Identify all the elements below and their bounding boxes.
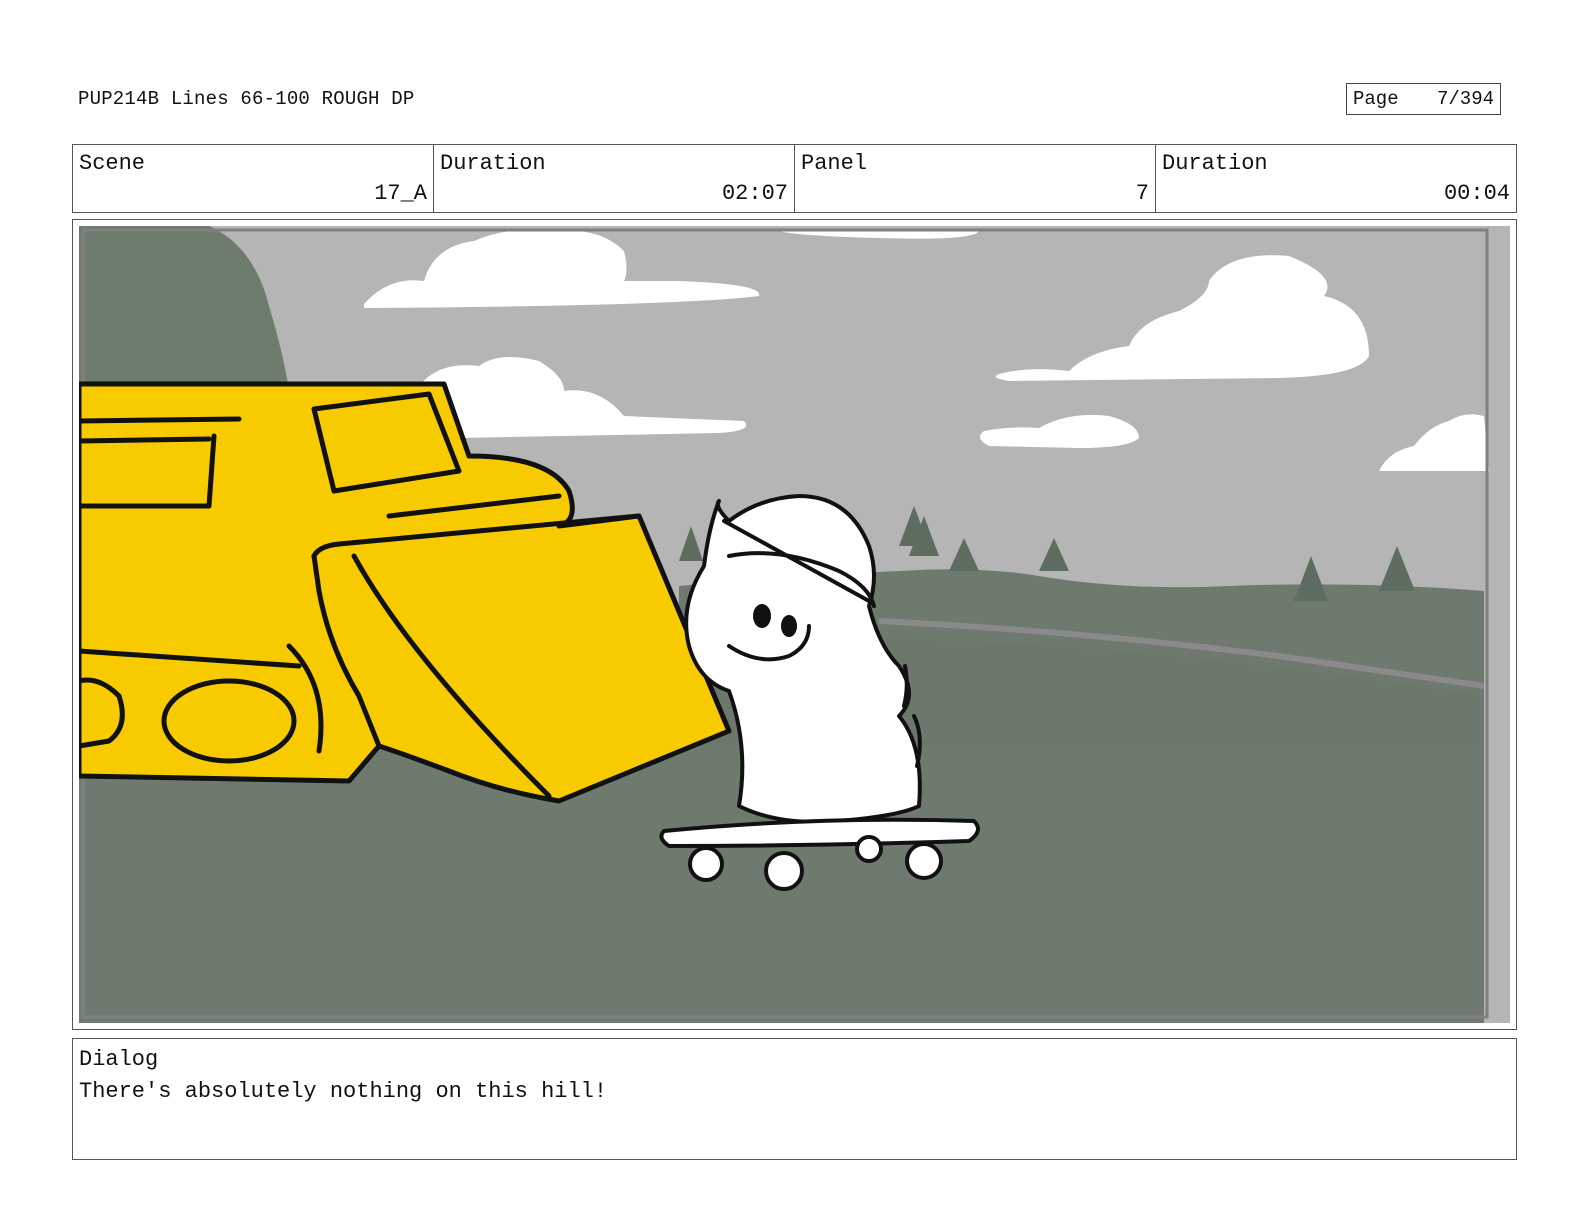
panel-label: Panel xyxy=(801,151,868,176)
scene-cell: Scene 17_A xyxy=(73,145,434,212)
page-number: 7/394 xyxy=(1436,88,1494,110)
dialog-label: Dialog xyxy=(79,1047,159,1072)
panel-value: 7 xyxy=(1135,181,1149,206)
storyboard-panel-image xyxy=(79,226,1510,1023)
scene-value: 17_A xyxy=(374,181,427,206)
storyboard-panel-frame xyxy=(72,219,1517,1030)
page-indicator: Page 7/394 xyxy=(1346,83,1501,115)
document-title: PUP214B Lines 66-100 ROUGH DP xyxy=(78,88,415,110)
scene-duration-cell: Duration 02:07 xyxy=(434,145,795,212)
panel-duration-cell: Duration 00:04 xyxy=(1156,145,1516,212)
scene-duration-value: 02:07 xyxy=(721,181,788,206)
shot-info-table: Scene 17_A Duration 02:07 Panel 7 Durati… xyxy=(72,144,1517,213)
dialog-box: Dialog There's absolutely nothing on thi… xyxy=(72,1038,1517,1160)
panel-duration-label: Duration xyxy=(1162,151,1268,176)
dialog-text: There's absolutely nothing on this hill! xyxy=(79,1079,608,1104)
panel-duration-value: 00:04 xyxy=(1443,181,1510,206)
panel-cell: Panel 7 xyxy=(795,145,1156,212)
scene-label: Scene xyxy=(79,151,146,176)
page-label: Page xyxy=(1353,88,1399,110)
scene-duration-label: Duration xyxy=(440,151,546,176)
